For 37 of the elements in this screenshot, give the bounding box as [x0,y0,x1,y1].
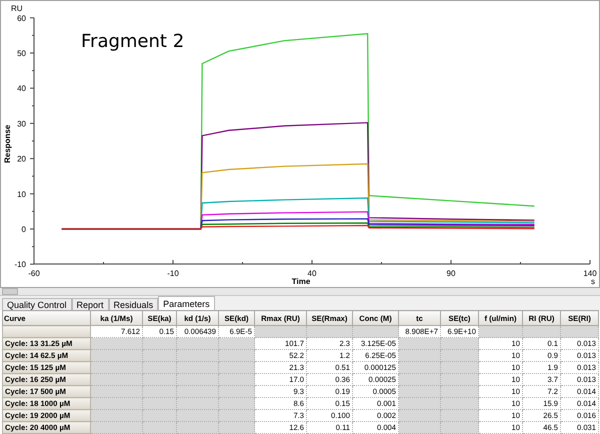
splitter-bar[interactable] [0,288,600,296]
table-cell [254,326,306,338]
table-cell [90,422,142,434]
axis-tick-label: 50 [17,49,26,58]
axis-tick-label: -60 [28,269,40,278]
axis-tick-label: 90 [446,269,456,278]
y-axis-label: Response [3,124,12,163]
axis-tick-label: 40 [308,269,316,278]
axis-tick-label: 0 [22,225,26,234]
tab[interactable]: Parameters [158,296,215,310]
grip-icon [2,288,18,295]
table-cell [90,410,142,422]
tab[interactable]: Quality Control [2,298,72,310]
y-unit-label: RU [11,4,23,13]
tab[interactable]: Residuals [108,298,158,310]
table-cell [90,362,142,374]
table-cell [306,326,352,338]
table-cell [90,350,142,362]
table-cell [478,326,522,338]
axis-tick-label: 140 [583,269,597,278]
table-cell [90,386,142,398]
chart-title: Fragment 2 [81,31,184,52]
axis-tick-label: 10 [17,190,26,199]
table-cell [90,338,142,350]
axis-tick-label: -10 [167,269,179,278]
axis-tick-label: 20 [17,154,26,164]
axis-tick-label: 60 [17,14,26,23]
table-cell [352,326,398,338]
x-unit-label: s [591,277,595,286]
axis-tick-label: 40 [17,84,26,94]
table-cell [90,374,142,386]
axis-tick-label: -10 [14,260,26,270]
table-cell [90,398,142,410]
axis-tick-label: 30 [17,119,26,128]
tab[interactable]: Report [72,298,109,310]
x-axis-label: Time [292,277,310,286]
row-header[interactable] [2,326,90,338]
